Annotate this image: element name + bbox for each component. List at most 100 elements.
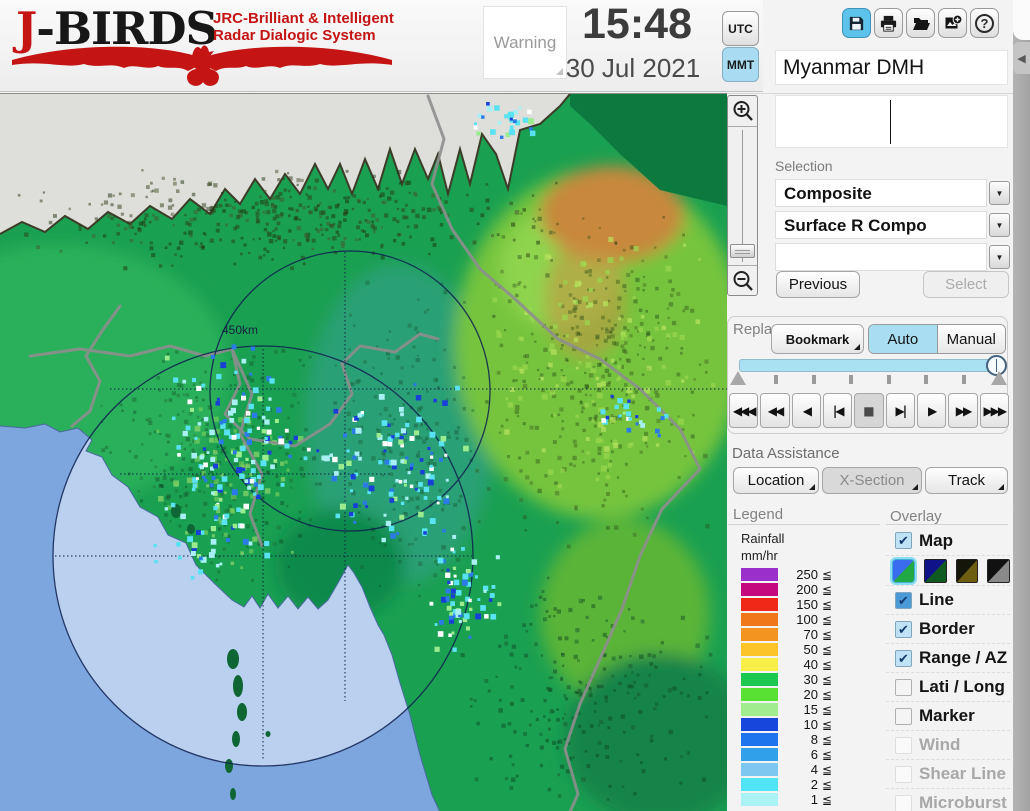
printer-icon <box>880 15 897 32</box>
previous-button[interactable]: Previous <box>776 271 860 298</box>
floppy-disk-icon <box>849 16 864 30</box>
map-style-3[interactable] <box>955 558 979 583</box>
zoom-slider[interactable] <box>742 130 743 262</box>
map-style-1[interactable] <box>892 558 915 583</box>
legend-swatch <box>741 778 778 791</box>
legend-item-2: 2 ≦ <box>741 777 851 792</box>
warning-label: Warning <box>493 32 557 52</box>
checkbox-map[interactable]: ✔ <box>895 532 912 549</box>
rainfall-legend: 250 ≦ 200 ≦ 150 ≦ 100 ≦ 70 ≦ 50 ≦ 40 ≦ 30 ≦ 20 ≦ 15 ≦ 10 ≦ 8 ≦ 6… <box>741 567 851 807</box>
less-equal-icon: ≦ <box>822 702 833 717</box>
help-button[interactable]: ? <box>970 8 999 38</box>
legend-item-150: 150 ≦ <box>741 597 851 612</box>
range-label: 450km <box>222 323 258 337</box>
overlay-item-border: ✔ Border <box>886 614 1010 643</box>
overlay-label-shear-line: Shear Line <box>919 764 1006 783</box>
open-folder-icon <box>912 18 930 30</box>
track-label: Track <box>948 472 985 489</box>
menu-grip-icon <box>809 484 815 490</box>
save-button[interactable] <box>842 8 871 38</box>
stop-button[interactable]: ■ <box>854 393 884 428</box>
eagle-logo-icon <box>12 45 392 86</box>
bookmark-label: Bookmark <box>785 331 850 347</box>
map-zoom-control <box>727 95 758 296</box>
product-group-dropdown[interactable]: Composite <box>775 179 987 207</box>
checkbox-microburst <box>895 794 912 811</box>
rewind-to-start-button[interactable]: ◀◀◀ <box>729 393 759 428</box>
checkbox-lati-long[interactable] <box>895 678 912 696</box>
legend-item-200: 200 ≦ <box>741 582 851 597</box>
legend-value: 40 <box>803 657 818 672</box>
product-dropdown-arrow[interactable]: ▼ <box>989 213 1010 237</box>
legend-divider <box>728 524 880 525</box>
less-equal-icon: ≦ <box>822 642 833 657</box>
legend-swatch <box>741 763 778 776</box>
step-backward-button[interactable]: |◀ <box>822 393 853 428</box>
panel-collapse-tab[interactable]: ◀ <box>1013 42 1030 74</box>
checkbox-border[interactable]: ✔ <box>895 620 912 638</box>
zoom-out-button[interactable] <box>728 265 757 296</box>
legend-value: 70 <box>803 627 818 642</box>
selection-section-label: Selection <box>775 158 833 174</box>
track-button[interactable]: Track <box>925 467 1008 494</box>
forward-to-end-button[interactable]: ▶▶▶ <box>979 393 1009 428</box>
legend-swatch <box>741 583 778 596</box>
slider-tick <box>849 375 854 384</box>
overlay-label-border: Border <box>919 619 975 638</box>
legend-value: 2 <box>810 777 818 792</box>
less-equal-icon: ≦ <box>822 657 833 672</box>
checkbox-marker[interactable] <box>895 707 912 725</box>
less-equal-icon: ≦ <box>822 627 833 642</box>
legend-swatch <box>741 613 778 626</box>
add-image-button[interactable] <box>938 8 967 38</box>
legend-value: 200 <box>796 582 818 597</box>
zoom-slider-handle[interactable] <box>730 244 755 258</box>
mmt-button[interactable]: MMT <box>722 47 759 82</box>
fast-forward-button[interactable]: ▶▶ <box>948 393 978 428</box>
legend-item-100: 100 ≦ <box>741 612 851 627</box>
select-button[interactable]: Select <box>923 271 1009 298</box>
data-assistance-label: Data Assistance <box>732 445 840 462</box>
location-button[interactable]: Location <box>733 467 819 494</box>
radar-map[interactable]: 450km <box>0 93 727 811</box>
chevron-down-icon: ▼ <box>995 188 1004 198</box>
manual-mode-button[interactable]: Manual <box>937 325 1005 353</box>
open-folder-button[interactable] <box>906 8 935 38</box>
checkbox-range-az[interactable]: ✔ <box>895 649 912 667</box>
legend-value: 250 <box>796 567 818 582</box>
chevron-down-icon: ▼ <box>995 220 1004 230</box>
menu-grip-icon <box>998 484 1004 490</box>
play-button[interactable]: ▶ <box>916 393 947 428</box>
text-cursor <box>890 100 891 144</box>
utc-button[interactable]: UTC <box>722 11 759 46</box>
legend-item-10: 10 ≦ <box>741 717 851 732</box>
zoom-in-button[interactable] <box>728 96 757 127</box>
time-slider-track[interactable] <box>739 359 1001 372</box>
less-equal-icon: ≦ <box>822 747 833 762</box>
overlay-item-wind: Wind <box>886 730 1010 759</box>
legend-value: 100 <box>796 612 818 627</box>
bookmark-button[interactable]: Bookmark <box>771 324 864 354</box>
less-equal-icon: ≦ <box>822 732 833 747</box>
fast-rewind-button[interactable]: ◀◀ <box>760 393 790 428</box>
overlay-label-lati-long: Lati / Long <box>919 677 1005 696</box>
product-group-dropdown-arrow[interactable]: ▼ <box>989 181 1010 205</box>
print-button[interactable] <box>874 8 903 38</box>
map-style-4[interactable] <box>987 558 1010 583</box>
slider-tick <box>886 375 891 384</box>
map-style-2[interactable] <box>923 558 947 583</box>
checkbox-line[interactable]: ✔ <box>895 591 912 609</box>
jbirds-app: J-BIRDS JRC-Brilliant & Intelligent Rada… <box>0 0 1030 811</box>
radar-map-canvas: 450km <box>0 94 727 811</box>
product-extra-dropdown-arrow[interactable]: ▼ <box>989 245 1010 269</box>
product-dropdown[interactable]: Surface R Compo <box>775 211 987 239</box>
x-section-button[interactable]: X-Section <box>822 467 922 494</box>
legend-item-40: 40 ≦ <box>741 657 851 672</box>
x-section-label: X-Section <box>839 472 905 489</box>
product-extra-dropdown[interactable] <box>775 243 987 271</box>
step-forward-button[interactable]: ▶| <box>885 393 915 428</box>
legend-swatch <box>741 628 778 641</box>
less-equal-icon: ≦ <box>822 762 833 777</box>
auto-mode-button[interactable]: Auto <box>869 325 938 353</box>
play-reverse-button[interactable]: ◀ <box>791 393 821 428</box>
